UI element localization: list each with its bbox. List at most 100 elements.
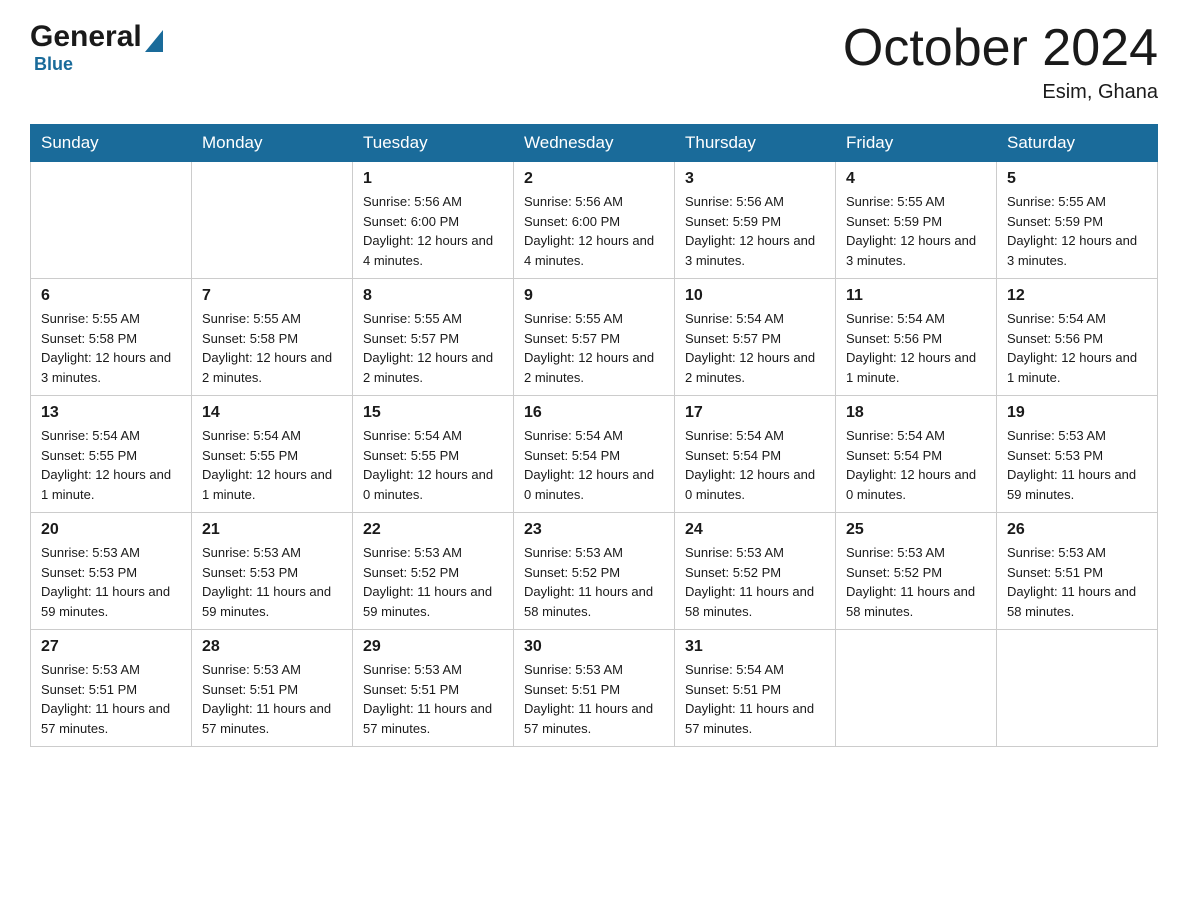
calendar-day-cell: 28 Sunrise: 5:53 AMSunset: 5:51 PMDayligh… — [192, 630, 353, 747]
calendar-day-cell: 8 Sunrise: 5:55 AMSunset: 5:57 PMDaylight… — [353, 279, 514, 396]
day-info: Sunrise: 5:53 AMSunset: 5:51 PMDaylight:… — [363, 660, 503, 738]
calendar-day-cell — [997, 630, 1158, 747]
day-number: 14 — [202, 404, 342, 422]
calendar-day-cell: 31Sunrise: 5:54 AMSunset: 5:51 PMDayligh… — [675, 630, 836, 747]
weekday-header-saturday: Saturday — [997, 125, 1158, 162]
day-number: 15 — [363, 404, 503, 422]
weekday-header-sunday: Sunday — [31, 125, 192, 162]
calendar-day-cell: 16 Sunrise: 5:54 AMSunset: 5:54 PMDayligh… — [514, 396, 675, 513]
logo-blue-text: Blue — [34, 54, 73, 74]
day-info: Sunrise: 5:53 AMSunset: 5:52 PMDaylight:… — [846, 543, 986, 621]
day-number: 13 — [41, 404, 181, 422]
weekday-header-monday: Monday — [192, 125, 353, 162]
day-number: 7 — [202, 287, 342, 305]
day-number: 18 — [846, 404, 986, 422]
calendar-day-cell: 25 Sunrise: 5:53 AMSunset: 5:52 PMDayligh… — [836, 513, 997, 630]
day-info: Sunrise: 5:54 AMSunset: 5:54 PMDaylight:… — [524, 426, 664, 504]
day-number: 27 — [41, 638, 181, 656]
day-info: Sunrise: 5:54 AMSunset: 5:56 PMDaylight:… — [1007, 309, 1147, 387]
calendar-day-cell: 30 Sunrise: 5:53 AMSunset: 5:51 PMDayligh… — [514, 630, 675, 747]
title-section: October 2024 Esim, Ghana — [843, 20, 1158, 104]
day-number: 17 — [685, 404, 825, 422]
page-header: General Blue October 2024 Esim, Ghana — [30, 20, 1158, 104]
day-info: Sunrise: 5:53 AMSunset: 5:51 PMDaylight:… — [202, 660, 342, 738]
day-info: Sunrise: 5:54 AMSunset: 5:54 PMDaylight:… — [846, 426, 986, 504]
calendar-day-cell: 24Sunrise: 5:53 AMSunset: 5:52 PMDayligh… — [675, 513, 836, 630]
day-info: Sunrise: 5:56 AMSunset: 5:59 PMDaylight:… — [685, 192, 825, 270]
day-info: Sunrise: 5:53 AMSunset: 5:53 PMDaylight:… — [41, 543, 181, 621]
day-info: Sunrise: 5:55 AMSunset: 5:57 PMDaylight:… — [363, 309, 503, 387]
calendar-day-cell: 10 Sunrise: 5:54 AMSunset: 5:57 PMDayligh… — [675, 279, 836, 396]
calendar-table: SundayMondayTuesdayWednesdayThursdayFrid… — [30, 124, 1158, 747]
day-info: Sunrise: 5:55 AMSunset: 5:58 PMDaylight:… — [41, 309, 181, 387]
calendar-day-cell: 18 Sunrise: 5:54 AMSunset: 5:54 PMDayligh… — [836, 396, 997, 513]
calendar-day-cell: 2 Sunrise: 5:56 AMSunset: 6:00 PMDaylight… — [514, 162, 675, 279]
calendar-day-cell: 9Sunrise: 5:55 AMSunset: 5:57 PMDaylight… — [514, 279, 675, 396]
day-info: Sunrise: 5:53 AMSunset: 5:52 PMDaylight:… — [524, 543, 664, 621]
day-info: Sunrise: 5:55 AMSunset: 5:59 PMDaylight:… — [846, 192, 986, 270]
month-title: October 2024 — [843, 20, 1158, 77]
day-number: 16 — [524, 404, 664, 422]
calendar-day-cell: 5 Sunrise: 5:55 AMSunset: 5:59 PMDaylight… — [997, 162, 1158, 279]
day-info: Sunrise: 5:53 AMSunset: 5:53 PMDaylight:… — [202, 543, 342, 621]
day-number: 12 — [1007, 287, 1147, 305]
day-info: Sunrise: 5:54 AMSunset: 5:54 PMDaylight:… — [685, 426, 825, 504]
day-number: 19 — [1007, 404, 1147, 422]
day-number: 29 — [363, 638, 503, 656]
day-number: 25 — [846, 521, 986, 539]
weekday-header-friday: Friday — [836, 125, 997, 162]
day-number: 21 — [202, 521, 342, 539]
calendar-week-row: 1Sunrise: 5:56 AMSunset: 6:00 PMDaylight… — [31, 162, 1158, 279]
day-number: 4 — [846, 170, 986, 188]
calendar-day-cell — [31, 162, 192, 279]
day-info: Sunrise: 5:56 AMSunset: 6:00 PMDaylight:… — [524, 192, 664, 270]
day-info: Sunrise: 5:53 AMSunset: 5:51 PMDaylight:… — [41, 660, 181, 738]
calendar-day-cell: 4 Sunrise: 5:55 AMSunset: 5:59 PMDaylight… — [836, 162, 997, 279]
calendar-day-cell: 1Sunrise: 5:56 AMSunset: 6:00 PMDaylight… — [353, 162, 514, 279]
calendar-day-cell: 17 Sunrise: 5:54 AMSunset: 5:54 PMDayligh… — [675, 396, 836, 513]
calendar-day-cell: 26 Sunrise: 5:53 AMSunset: 5:51 PMDayligh… — [997, 513, 1158, 630]
calendar-day-cell: 27 Sunrise: 5:53 AMSunset: 5:51 PMDayligh… — [31, 630, 192, 747]
calendar-day-cell: 15 Sunrise: 5:54 AMSunset: 5:55 PMDayligh… — [353, 396, 514, 513]
day-info: Sunrise: 5:54 AMSunset: 5:51 PMDaylight:… — [685, 660, 825, 738]
calendar-day-cell: 3Sunrise: 5:56 AMSunset: 5:59 PMDaylight… — [675, 162, 836, 279]
calendar-day-cell: 22Sunrise: 5:53 AMSunset: 5:52 PMDayligh… — [353, 513, 514, 630]
day-number: 2 — [524, 170, 664, 188]
day-number: 6 — [41, 287, 181, 305]
calendar-day-cell: 7 Sunrise: 5:55 AMSunset: 5:58 PMDaylight… — [192, 279, 353, 396]
calendar-day-cell: 19 Sunrise: 5:53 AMSunset: 5:53 PMDayligh… — [997, 396, 1158, 513]
calendar-day-cell: 11 Sunrise: 5:54 AMSunset: 5:56 PMDayligh… — [836, 279, 997, 396]
day-number: 9 — [524, 287, 664, 305]
day-info: Sunrise: 5:54 AMSunset: 5:56 PMDaylight:… — [846, 309, 986, 387]
weekday-header-tuesday: Tuesday — [353, 125, 514, 162]
day-info: Sunrise: 5:55 AMSunset: 5:58 PMDaylight:… — [202, 309, 342, 387]
day-info: Sunrise: 5:54 AMSunset: 5:55 PMDaylight:… — [363, 426, 503, 504]
day-info: Sunrise: 5:53 AMSunset: 5:51 PMDaylight:… — [524, 660, 664, 738]
day-number: 10 — [685, 287, 825, 305]
calendar-day-cell: 14Sunrise: 5:54 AMSunset: 5:55 PMDayligh… — [192, 396, 353, 513]
day-info: Sunrise: 5:53 AMSunset: 5:53 PMDaylight:… — [1007, 426, 1147, 504]
day-number: 11 — [846, 287, 986, 305]
calendar-day-cell: 23 Sunrise: 5:53 AMSunset: 5:52 PMDayligh… — [514, 513, 675, 630]
calendar-day-cell: 6 Sunrise: 5:55 AMSunset: 5:58 PMDaylight… — [31, 279, 192, 396]
day-number: 20 — [41, 521, 181, 539]
day-number: 26 — [1007, 521, 1147, 539]
calendar-day-cell: 20 Sunrise: 5:53 AMSunset: 5:53 PMDayligh… — [31, 513, 192, 630]
day-number: 28 — [202, 638, 342, 656]
weekday-header-row: SundayMondayTuesdayWednesdayThursdayFrid… — [31, 125, 1158, 162]
day-number: 23 — [524, 521, 664, 539]
day-info: Sunrise: 5:54 AMSunset: 5:57 PMDaylight:… — [685, 309, 825, 387]
weekday-header-thursday: Thursday — [675, 125, 836, 162]
day-number: 8 — [363, 287, 503, 305]
logo-general-text: General — [30, 20, 142, 54]
day-info: Sunrise: 5:56 AMSunset: 6:00 PMDaylight:… — [363, 192, 503, 270]
day-info: Sunrise: 5:54 AMSunset: 5:55 PMDaylight:… — [41, 426, 181, 504]
logo: General Blue — [30, 20, 163, 75]
day-number: 5 — [1007, 170, 1147, 188]
calendar-day-cell — [836, 630, 997, 747]
calendar-day-cell: 12 Sunrise: 5:54 AMSunset: 5:56 PMDayligh… — [997, 279, 1158, 396]
day-info: Sunrise: 5:53 AMSunset: 5:52 PMDaylight:… — [363, 543, 503, 621]
day-number: 30 — [524, 638, 664, 656]
day-info: Sunrise: 5:55 AMSunset: 5:59 PMDaylight:… — [1007, 192, 1147, 270]
day-info: Sunrise: 5:53 AMSunset: 5:51 PMDaylight:… — [1007, 543, 1147, 621]
